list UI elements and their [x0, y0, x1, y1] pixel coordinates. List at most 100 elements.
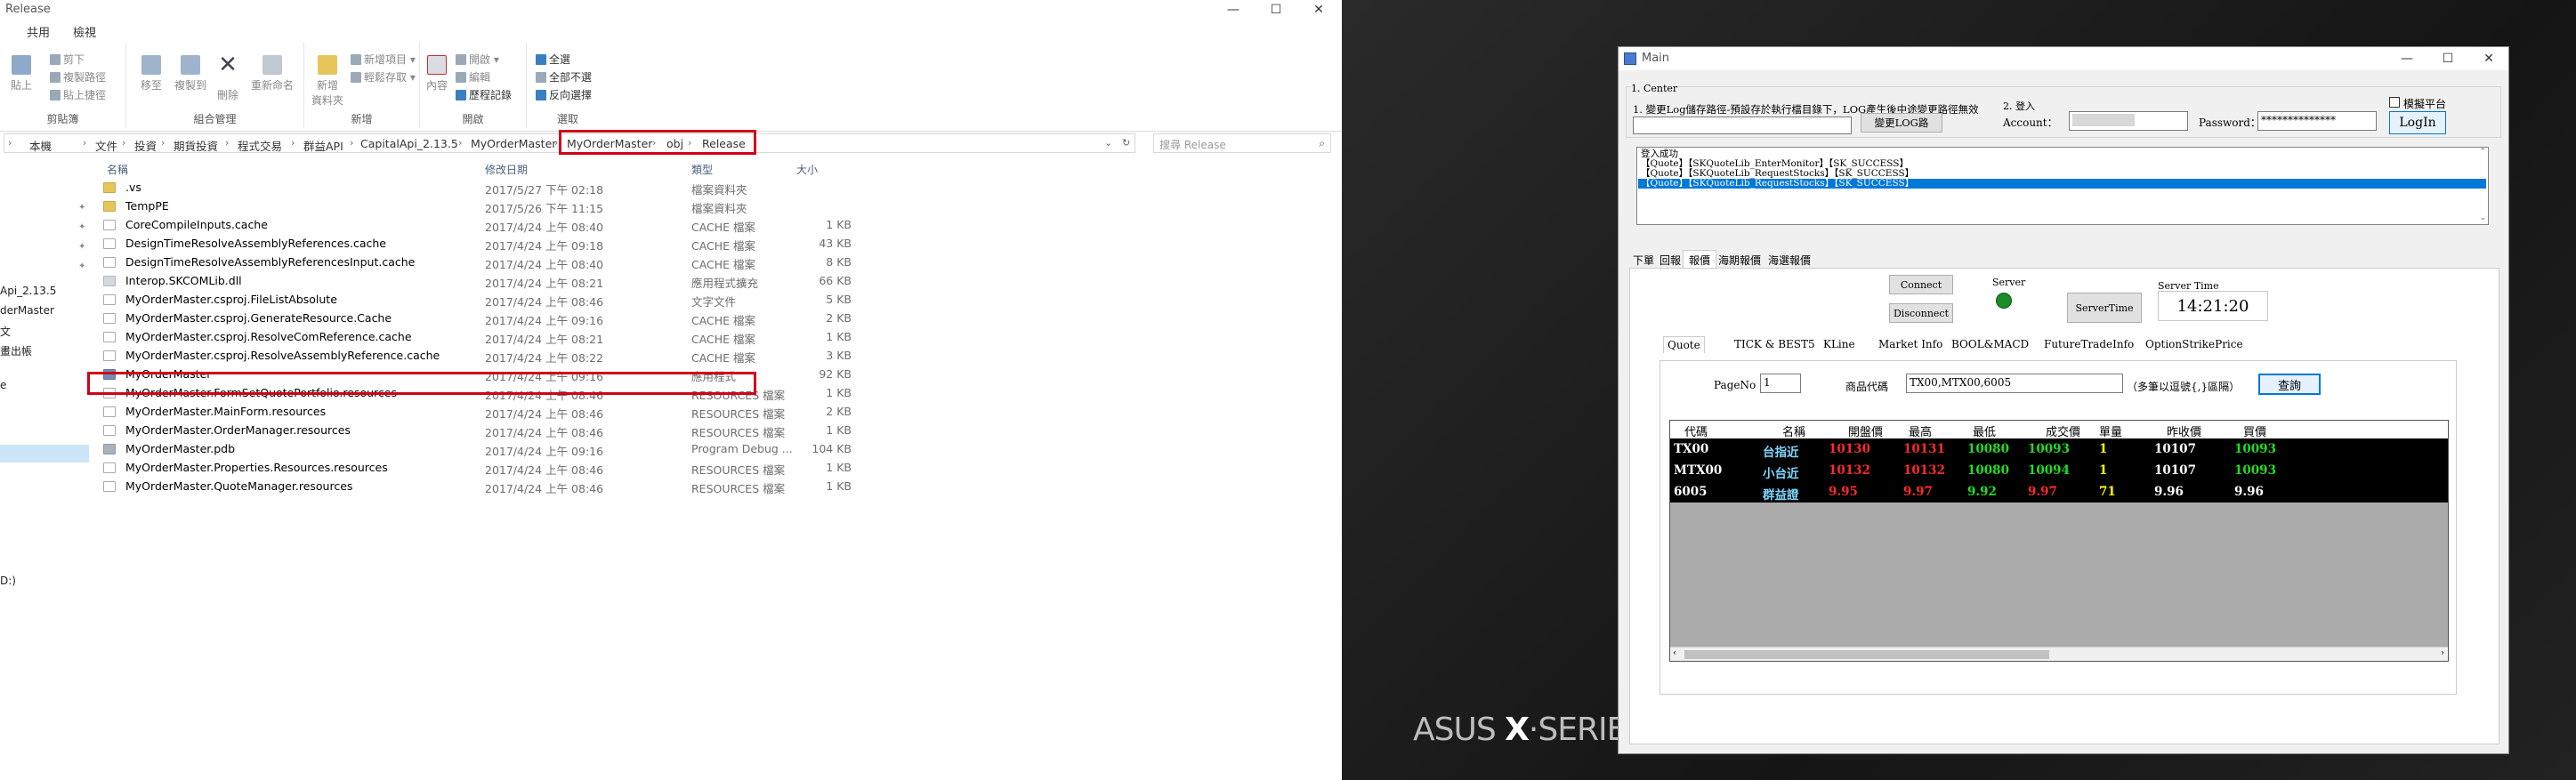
crumb-documents[interactable]: 文件 — [95, 137, 117, 154]
crumb-myordermaster[interactable]: MyOrderMaster — [471, 137, 556, 150]
file-row[interactable]: CoreCompileInputs.cache 2017/4/24 上午 08:4… — [91, 215, 1342, 234]
scroll-down-icon[interactable]: ⌄ — [2479, 213, 2486, 222]
nav-item-account[interactable]: 畫出帳 — [0, 343, 32, 358]
login-button[interactable]: LogIn — [2389, 111, 2446, 134]
file-row[interactable]: MyOrderMaster.Properties.Resources.resou… — [91, 458, 1342, 477]
main-minimize-button[interactable]: — — [2389, 49, 2425, 68]
scroll-right-icon[interactable]: › — [2441, 648, 2444, 658]
select-all-button[interactable]: 全選 — [536, 52, 570, 67]
grid-header-last[interactable]: 成交價 — [2046, 422, 2080, 439]
maximize-button[interactable]: ☐ — [1256, 0, 1296, 20]
scroll-left-icon[interactable]: ‹ — [1673, 648, 1676, 658]
password-input[interactable]: ************** — [2257, 111, 2377, 131]
nav-item-api[interactable]: Api_2.13.5 — [0, 285, 56, 297]
crumb-program-trading[interactable]: 程式交易 — [238, 137, 282, 154]
file-row[interactable]: DesignTimeResolveAssemblyReferences.cach… — [91, 234, 1342, 253]
nav-item-selected[interactable] — [0, 445, 89, 462]
paste-shortcut-button[interactable]: 貼上捷徑 — [50, 87, 106, 102]
chevron-down-icon[interactable]: ⌄ — [1104, 137, 1112, 149]
nav-item-drive-d[interactable]: D:) — [0, 575, 16, 587]
grid-header-bid[interactable]: 買價 — [2243, 422, 2266, 439]
invert-selection-button[interactable]: 反向選擇 — [536, 87, 592, 102]
grid-header-low[interactable]: 最低 — [1973, 422, 1996, 439]
new-folder-button[interactable]: 新增 資料夾 — [308, 55, 347, 108]
subtab-bool-macd[interactable]: BOOL&MACD — [1948, 337, 2032, 351]
rename-button[interactable]: 重新命名 — [247, 55, 297, 92]
select-none-button[interactable]: 全部不選 — [536, 69, 592, 84]
message-log[interactable]: 登入成功 【Quote】【SKQuoteLib_EnterMonitor】【SK_… — [1636, 147, 2489, 225]
simulation-checkbox[interactable] — [2389, 97, 2400, 108]
main-close-button[interactable]: ✕ — [2471, 49, 2507, 68]
edit-button[interactable]: 編輯 — [456, 69, 490, 84]
column-name[interactable]: 名稱 — [107, 162, 128, 177]
tab-order[interactable]: 下單 — [1629, 252, 1658, 269]
grid-header-code[interactable]: 代碼 — [1684, 422, 1708, 439]
crumb-capitalapi[interactable]: CapitalApi_2.13.5 — [360, 137, 458, 150]
file-row[interactable]: MyOrderMaster.QuoteManager.resources 2017… — [91, 477, 1342, 495]
pageno-input[interactable]: 1 — [1760, 374, 1801, 393]
quote-row[interactable]: 6005 群益證 9.95 9.97 9.92 9.97 71 9.96 9.96 — [1670, 481, 2448, 503]
properties-button[interactable]: 內容 — [424, 55, 450, 92]
column-date[interactable]: 修改日期 — [485, 162, 528, 177]
file-row[interactable]: .vs 2017/5/27 下午 02:18 檔案資料夾 — [91, 178, 1342, 197]
file-row[interactable]: DesignTimeResolveAssemblyReferencesInput… — [91, 253, 1342, 271]
grid-header-prev[interactable]: 昨收價 — [2167, 422, 2201, 439]
crumb-invest[interactable]: 投資 — [134, 137, 157, 154]
change-log-path-button[interactable]: 變更LOG路 — [1861, 113, 1942, 133]
crumb-futures[interactable]: 期貨投資 — [174, 137, 218, 154]
tab-view[interactable]: 檢視 — [73, 23, 96, 40]
subtab-market-info[interactable]: Market Info — [1875, 337, 1946, 351]
subtab-future-trade-info[interactable]: FutureTradeInfo — [2040, 337, 2137, 351]
close-button[interactable]: ✕ — [1299, 0, 1338, 20]
file-row[interactable]: MyOrderMaster.csproj.ResolveAssemblyRefe… — [91, 346, 1342, 365]
move-to-button[interactable]: 移至 — [135, 55, 167, 92]
file-row[interactable]: MyOrderMaster.csproj.GenerateResource.Ca… — [91, 309, 1342, 327]
cut-button[interactable]: 剪下 — [50, 52, 85, 67]
log-path-input[interactable] — [1633, 117, 1852, 134]
refresh-icon[interactable]: ↻ — [1122, 137, 1130, 149]
tab-overseas-options[interactable]: 海選報價 — [1764, 252, 1814, 269]
column-type[interactable]: 類型 — [691, 162, 713, 177]
account-input[interactable] — [2069, 111, 2188, 131]
grid-header-name[interactable]: 名稱 — [1782, 422, 1805, 439]
search-input[interactable]: 搜尋 Release ⌕ — [1153, 133, 1331, 153]
subtab-kline[interactable]: KLine — [1820, 337, 1859, 351]
subtab-option-strike[interactable]: OptionStrikePrice — [2142, 337, 2247, 351]
file-row[interactable]: MyOrderMaster.MainForm.resources 2017/4/2… — [91, 402, 1342, 421]
tab-report[interactable]: 回報 — [1656, 252, 1684, 269]
easy-access-button[interactable]: 輕鬆存取 ▾ — [351, 69, 416, 84]
copy-to-button[interactable]: 複製到 — [171, 55, 210, 92]
history-button[interactable]: 歷程記錄 — [456, 87, 512, 102]
file-row[interactable]: MyOrderMaster.OrderManager.resources 2017… — [91, 421, 1342, 439]
file-row[interactable]: MyOrderMaster.pdb 2017/4/24 上午 09:16 Progr… — [91, 439, 1342, 458]
disconnect-button[interactable]: Disconnect — [1889, 303, 1953, 323]
crumb-api[interactable]: 群益API — [303, 137, 343, 154]
tab-overseas-futures[interactable]: 海期報價 — [1715, 252, 1764, 269]
tab-share[interactable]: 共用 — [27, 23, 50, 40]
code-input[interactable]: TX00,MTX00,6005 — [1906, 374, 2123, 393]
quote-row[interactable]: MTX00 小台近 10132 10132 10080 10094 1 10107 10093 — [1670, 460, 2448, 481]
file-row[interactable]: TempPE 2017/5/26 下午 11:15 檔案資料夾 — [91, 197, 1342, 215]
quote-row[interactable]: TX00 台指近 10130 10131 10080 10093 1 10107 10093 — [1670, 438, 2448, 460]
scroll-up-icon[interactable]: ⌃ — [2479, 148, 2486, 157]
horizontal-scrollbar[interactable]: ‹ › — [1670, 647, 2448, 661]
crumb-this-pc[interactable]: 本機 — [29, 137, 52, 154]
file-row[interactable]: MyOrderMaster.csproj.ResolveComReference… — [91, 327, 1342, 346]
nav-item-e[interactable]: e — [0, 379, 6, 391]
column-size[interactable]: 大小 — [796, 162, 818, 177]
nav-item-ordermaster[interactable]: derMaster — [0, 304, 54, 317]
grid-header-high[interactable]: 最高 — [1909, 422, 1932, 439]
delete-button[interactable]: ✕ 刪除 — [212, 52, 244, 105]
scrollbar-thumb[interactable] — [1684, 650, 2049, 659]
server-time-button[interactable]: ServerTime — [2067, 293, 2142, 323]
grid-header-open[interactable]: 開盤價 — [1848, 422, 1883, 439]
grid-header-vol[interactable]: 單量 — [2099, 422, 2122, 439]
subtab-quote[interactable]: Quote — [1663, 336, 1705, 353]
log-line[interactable]: 【Quote】【SKQuoteLib_RequestStocks】【SK_SUC… — [1638, 179, 2486, 189]
copy-path-button[interactable]: 複製路徑 — [50, 69, 106, 84]
query-button[interactable]: 查詢 — [2258, 374, 2321, 395]
open-button[interactable]: 開啟 ▾ — [456, 52, 499, 67]
file-row[interactable]: Interop.SKCOMLib.dll 2017/4/24 上午 08:21 應用… — [91, 271, 1342, 290]
new-item-button[interactable]: 新增項目 ▾ — [351, 52, 416, 67]
connect-button[interactable]: Connect — [1889, 275, 1953, 294]
